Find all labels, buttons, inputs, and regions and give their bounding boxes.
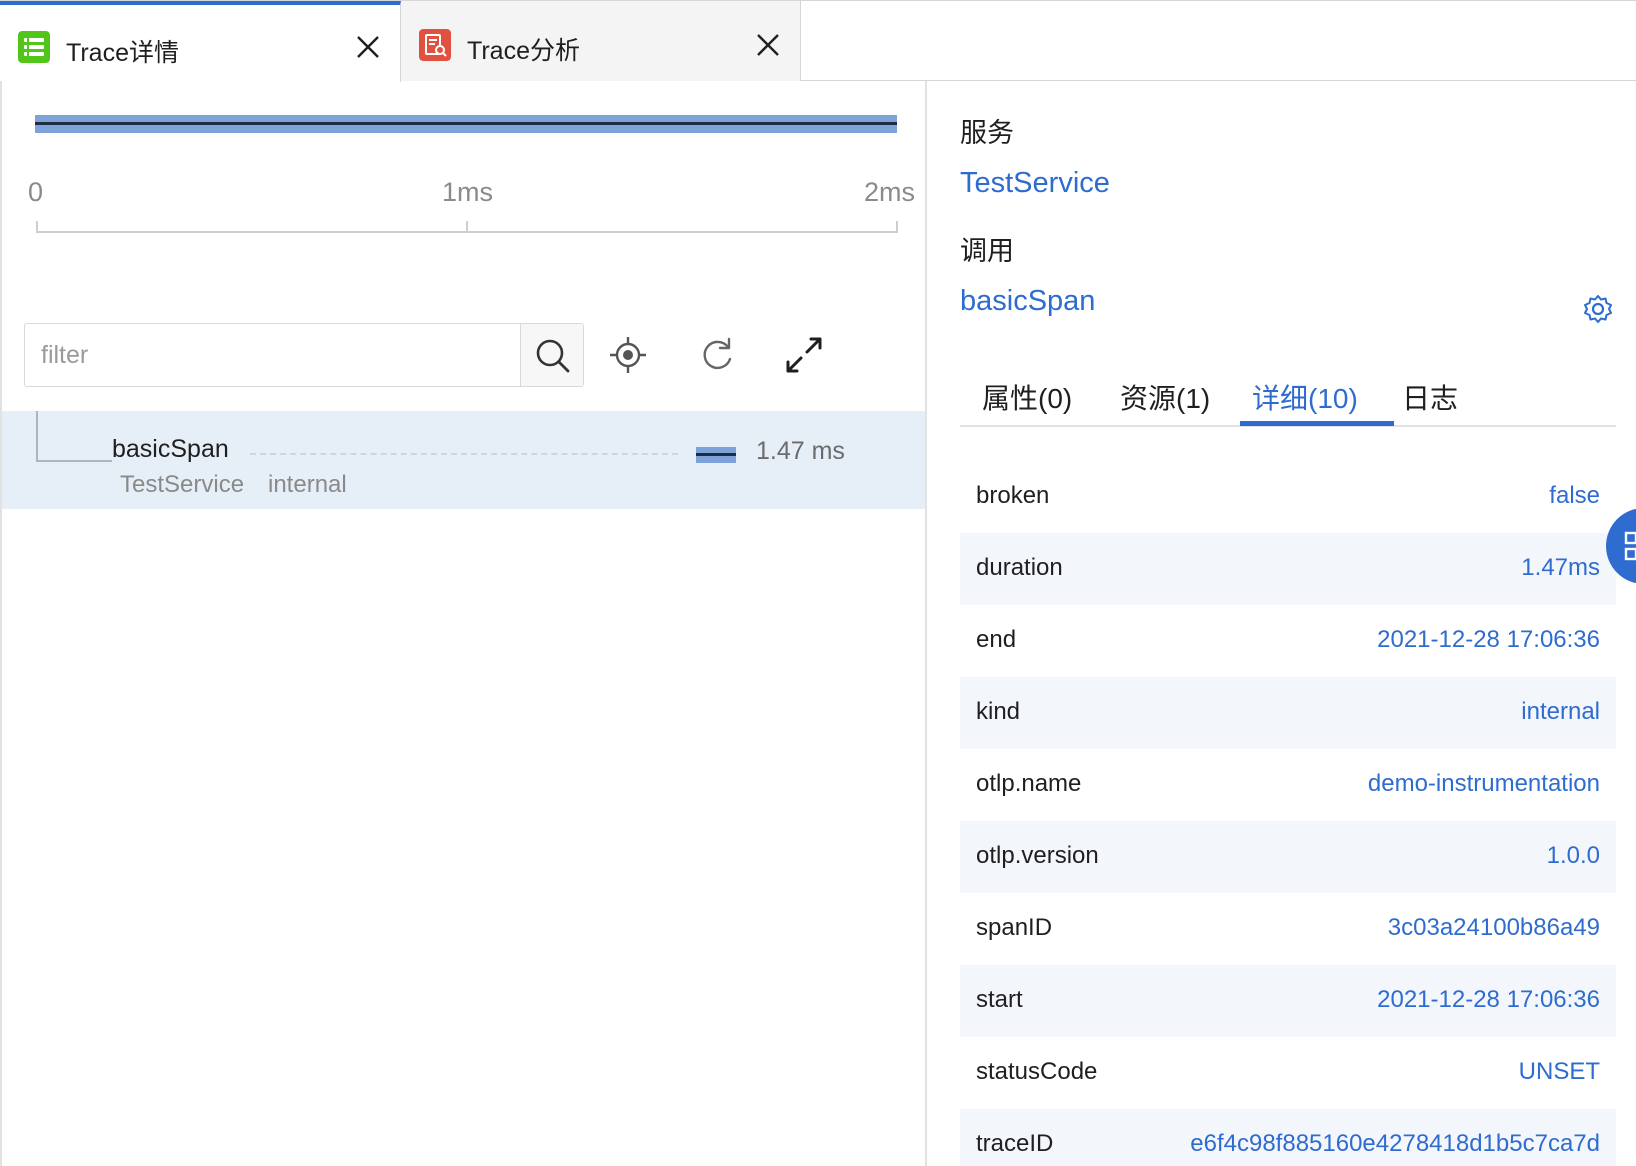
trace-timeline-panel: 0 1ms 2ms filter basicSpan 1.47 ms TestS… (0, 81, 927, 1166)
detail-row: start 2021-12-28 17:06:36 (960, 965, 1616, 1037)
tab-bar: Trace详情 Trace分析 (0, 0, 1636, 82)
detail-value[interactable]: false (1549, 482, 1600, 510)
detail-row: end 2021-12-28 17:06:36 (960, 605, 1616, 677)
detail-key: otlp.version (976, 842, 1099, 869)
detail-row: statusCode UNSET (960, 1037, 1616, 1109)
detail-key: start (976, 986, 1023, 1013)
detail-row: spanID 3c03a24100b86a49 (960, 893, 1616, 965)
detail-value[interactable]: internal (1521, 698, 1600, 726)
detail-key: spanID (976, 914, 1053, 941)
analysis-icon (419, 29, 451, 61)
detail-value[interactable]: e6f4c98f885160e4278418d1b5c7ca7d (1190, 1130, 1600, 1158)
detail-key: otlp.name (976, 770, 1082, 797)
grid-icon (1624, 531, 1636, 561)
tab-attributes[interactable]: 属性(0) (982, 377, 1072, 417)
search-icon (536, 339, 570, 373)
tab-trace-detail[interactable]: Trace详情 (0, 1, 401, 82)
span-service: TestService (120, 471, 245, 498)
ruler-label-end: 2ms (864, 177, 916, 207)
tab-title: Trace分析 (467, 37, 580, 65)
detail-row: traceID e6f4c98f885160e4278418d1b5c7ca7d (960, 1109, 1616, 1166)
call-label: 调用 (960, 236, 1014, 266)
service-link[interactable]: TestService (960, 167, 1110, 200)
span-bar-line (696, 453, 736, 456)
call-link[interactable]: basicSpan (960, 285, 1095, 318)
ruler-label-start: 0 (28, 177, 44, 207)
span-filter (24, 323, 584, 387)
list-icon (18, 31, 50, 63)
span-name: basicSpan (112, 435, 229, 463)
tab-details[interactable]: 详细(10) (1252, 377, 1358, 417)
detail-value[interactable]: 2021-12-28 17:06:36 (1377, 626, 1600, 654)
ruler-tick (466, 221, 468, 233)
detail-value[interactable]: demo-instrumentation (1368, 770, 1600, 798)
span-row[interactable]: basicSpan 1.47 ms TestService internal (2, 411, 925, 509)
span-duration-bar (696, 447, 736, 463)
span-kind: internal (268, 471, 347, 498)
tab-resources[interactable]: 资源(1) (1120, 377, 1210, 417)
tab-trace-analysis[interactable]: Trace分析 (401, 1, 801, 81)
tab-title: Trace详情 (66, 39, 179, 67)
filter-input[interactable] (25, 324, 521, 386)
detail-key: kind (976, 698, 1021, 725)
ruler-tick (36, 221, 38, 233)
floating-action-button[interactable] (1606, 508, 1636, 584)
detail-row: otlp.version 1.0.0 (960, 821, 1616, 893)
detail-row: duration 1.47ms (960, 533, 1616, 605)
detail-row: broken false (960, 461, 1616, 533)
ruler-tick (896, 221, 898, 233)
detail-value[interactable]: 1.0.0 (1547, 842, 1600, 870)
service-label: 服务 (960, 118, 1014, 148)
tree-connector (36, 460, 112, 462)
detail-key: end (976, 626, 1017, 653)
detail-value[interactable]: 1.47ms (1521, 554, 1600, 582)
tab-logs[interactable]: 日志 (1402, 377, 1458, 417)
locate-icon[interactable] (604, 331, 652, 379)
detail-key: statusCode (976, 1058, 1098, 1085)
ruler-label-mid: 1ms (442, 177, 494, 207)
detail-tabs: 属性(0) 资源(1) 详细(10) 日志 (960, 371, 1616, 427)
minimap-span-line (35, 122, 897, 125)
detail-value[interactable]: 2021-12-28 17:06:36 (1377, 986, 1600, 1014)
gear-icon[interactable] (1582, 293, 1614, 325)
detail-value[interactable]: 3c03a24100b86a49 (1388, 914, 1600, 942)
span-guide-line (250, 453, 678, 455)
trace-minimap[interactable] (35, 115, 897, 133)
refresh-icon[interactable] (692, 331, 740, 379)
detail-key: broken (976, 482, 1050, 509)
detail-row: kind internal (960, 677, 1616, 749)
trace-app: Trace详情 Trace分析 0 1ms 2ms filter basicSp… (0, 0, 1636, 1166)
detail-key: duration (976, 554, 1063, 581)
close-icon[interactable] (354, 33, 382, 61)
detail-value[interactable]: UNSET (1519, 1058, 1600, 1086)
close-icon[interactable] (754, 31, 782, 59)
span-detail-panel: 服务 TestService 调用 basicSpan 属性(0) 资源(1) … (927, 81, 1636, 1166)
active-tab-indicator (1240, 421, 1394, 426)
detail-row: otlp.name demo-instrumentation (960, 749, 1616, 821)
tree-connector (36, 411, 38, 461)
detail-key: traceID (976, 1130, 1054, 1157)
expand-icon[interactable] (780, 331, 828, 379)
filter-search-button[interactable] (520, 324, 583, 386)
span-duration: 1.47 ms (756, 437, 845, 465)
